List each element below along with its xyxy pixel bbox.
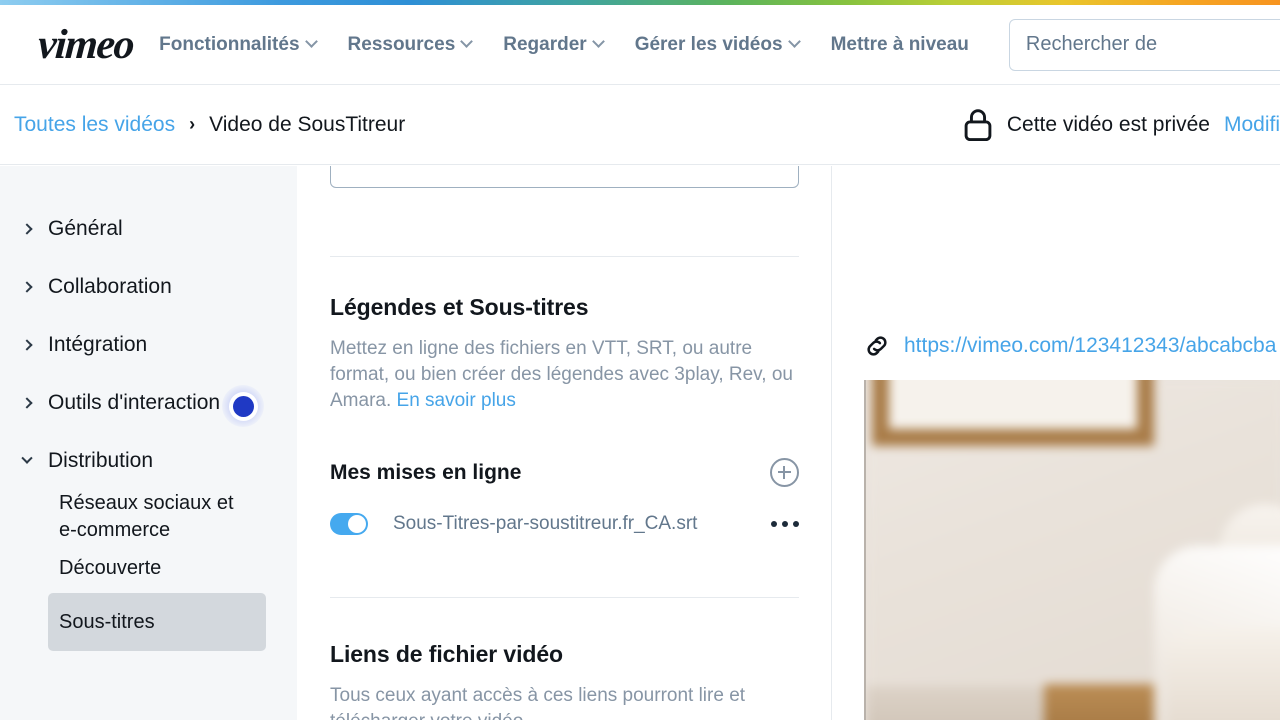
sidebar-item-label: Découverte [59,556,162,579]
video-thumbnail[interactable] [864,380,1280,720]
sidebar-section-integration[interactable]: Intégration [0,316,297,374]
link-icon [867,336,887,356]
caption-file-row: Sous-Titres-par-soustitreur.fr_CA.srt [330,513,799,535]
settings-sidebar: Général Collaboration Intégration Outils… [0,166,297,720]
plus-icon [778,466,791,479]
video-links-section-title: Liens de fichier vidéo [330,641,563,667]
sidebar-section-collaboration[interactable]: Collaboration [0,258,297,316]
sidebar-section-label: Intégration [48,333,148,356]
nav-item-fonctionnalites[interactable]: Fonctionnalités [159,33,318,56]
section-divider [330,256,799,257]
nav-item-regarder[interactable]: Regarder [503,33,605,56]
global-navigation: vimeo Fonctionnalités Ressources Regarde… [0,5,1280,85]
thumbnail-image [866,380,1280,720]
video-url-link[interactable]: https://vimeo.com/123412343/abcabcba [904,334,1276,358]
scrolled-text-input[interactable] [330,166,799,188]
caption-file-name: Sous-Titres-par-soustitreur.fr_CA.srt [393,513,698,534]
sidebar-item-label: Réseaux sociaux et e-commerce [59,492,234,541]
sidebar-item-decouverte[interactable]: Découverte [0,543,266,593]
lock-icon [964,109,992,142]
nav-label: Gérer les vidéos [634,33,783,55]
video-preview-panel: https://vimeo.com/123412343/abcabcba [833,166,1280,720]
privacy-label: Cette vidéo est privée [1006,113,1210,136]
captions-section-title: Légendes et Sous-titres [330,294,589,320]
breadcrumb-current-video: Video de SousTitreur [209,113,406,136]
sidebar-section-label: Distribution [48,449,154,472]
sidebar-item-reseaux-sociaux-et-e-commerce[interactable]: Réseaux sociaux et e-commerce [0,490,266,543]
section-divider [330,597,799,598]
privacy-status: Cette vidéo est privée Modifi [963,108,1280,142]
nav-item-ressources[interactable]: Ressources [347,33,474,56]
breadcrumb-bar: Toutes les vidéos › Video de SousTitreur… [0,86,1280,165]
chevron-down-icon [21,452,33,464]
chevron-right-icon [21,223,33,235]
search-input[interactable] [1008,18,1280,71]
chevron-right-icon [21,339,33,351]
caption-enable-toggle[interactable] [330,513,368,535]
uploads-heading: Mes mises en ligne [330,460,522,484]
nav-label: Mettre à niveau [830,33,969,55]
dot [793,521,799,527]
sidebar-section-distribution[interactable]: Distribution [0,432,297,490]
nav-label: Ressources [347,33,456,55]
sidebar-item-label: Sous-titres [59,610,155,633]
sidebar-section-label: Général [48,217,123,240]
thumbnail-bed-corner [1168,628,1280,720]
chevron-down-icon [460,35,474,48]
chevron-down-icon [787,35,801,48]
vimeo-logo[interactable]: vimeo [36,22,134,68]
thumbnail-picture-frame [872,380,1154,446]
dot [782,521,788,527]
chevron-down-icon [591,35,605,48]
sidebar-item-sous-titres[interactable]: Sous-titres [48,593,266,652]
dot [771,521,777,527]
nav-label: Fonctionnalités [159,33,300,55]
caption-options-button[interactable] [771,521,799,527]
breadcrumb-separator-icon: › [189,113,196,134]
chevron-right-icon [21,281,33,293]
chevron-down-icon [304,35,318,48]
sidebar-section-label: Outils d'interaction [48,391,221,414]
breadcrumb-all-videos[interactable]: Toutes les vidéos [14,113,175,137]
nav-item-mettre-a-niveau[interactable]: Mettre à niveau [831,34,969,56]
chevron-right-icon [21,397,33,409]
captions-section-description: Mettez en ligne des fichiers en VTT, SRT… [330,336,799,415]
privacy-edit-link[interactable]: Modifi [1224,113,1280,137]
add-caption-button[interactable] [770,458,799,487]
video-links-section-description: Tous ceux ayant accès à ces liens pourro… [330,685,746,720]
settings-main-panel: Légendes et Sous-titres Mettez en ligne … [297,166,832,720]
sidebar-section-label: Collaboration [48,275,172,298]
video-link-row: https://vimeo.com/123412343/abcabcba [864,333,1276,359]
sidebar-section-general[interactable]: Général [0,200,297,258]
nav-label: Regarder [503,33,587,55]
nav-item-gerer-les-videos[interactable]: Gérer les vidéos [634,33,801,56]
cursor-click-indicator [222,385,264,427]
learn-more-link[interactable]: En savoir plus [397,390,516,411]
